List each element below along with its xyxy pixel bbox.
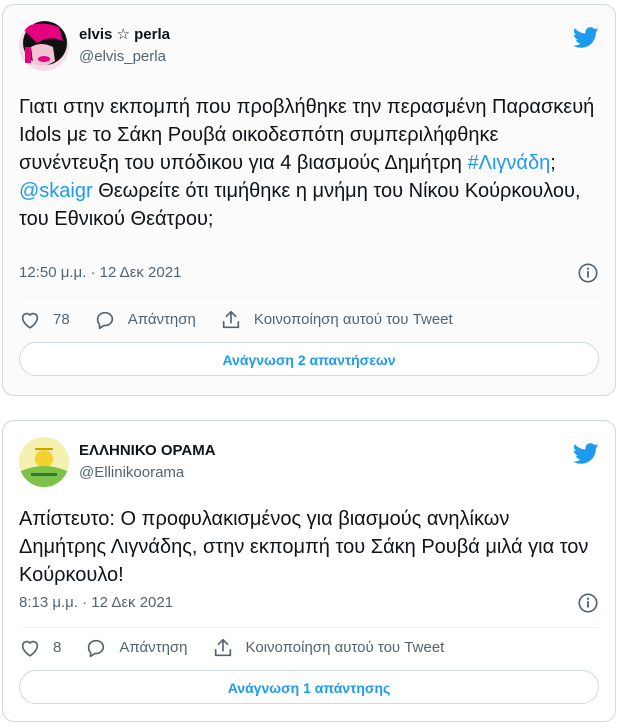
mention-link[interactable]: @skaigr — [19, 180, 93, 202]
avatar[interactable] — [19, 21, 69, 71]
display-name[interactable]: elvis ☆ perla — [79, 25, 170, 45]
reply-button[interactable]: Απάντηση — [94, 308, 196, 332]
read-replies-button[interactable]: Ανάγνωση 1 απάντησης — [19, 670, 599, 704]
heart-icon — [21, 312, 39, 329]
info-icon[interactable] — [577, 262, 599, 284]
twitter-bird-icon[interactable] — [573, 443, 599, 465]
reply-label: Απάντηση — [127, 311, 196, 328]
like-button[interactable]: 8 — [19, 636, 61, 660]
divider — [19, 297, 599, 298]
share-button[interactable]: Κοινοποίηση αυτού του Tweet — [212, 636, 445, 660]
like-count: 78 — [53, 311, 70, 328]
twitter-bird-icon[interactable] — [573, 27, 599, 49]
heart-icon — [21, 640, 39, 657]
avatar-party-logo-icon — [19, 437, 69, 487]
tweet-text-part: Θεωρείτε ότι τιμήθηκε η μνήμη του Νίκου … — [19, 180, 581, 230]
tweet-text: Απίστευτο: Ο προφυλακισμένος για βιασμού… — [19, 508, 589, 586]
read-replies-button[interactable]: Ανάγνωση 2 απαντήσεων — [19, 342, 599, 376]
share-upload-icon — [214, 638, 231, 657]
reply-bubble-icon — [96, 311, 113, 330]
timestamp[interactable]: 8:13 μ.μ. · 12 Δεκ 2021 — [19, 594, 173, 611]
tweet-header: elvis ☆ perla @elvis_perla — [19, 21, 599, 77]
avatar-pink-portrait-icon — [19, 21, 69, 71]
handle[interactable]: @Ellinikoorama — [79, 463, 216, 483]
tweet-actions: 8 Απάντηση Κοινοποίηση αυτού του Tweet — [19, 636, 599, 660]
tweet-actions: 78 Απάντηση Κοινοποίηση αυτού του Tweet — [19, 308, 599, 332]
reply-button[interactable]: Απάντηση — [85, 636, 188, 660]
like-button[interactable]: 78 — [19, 308, 70, 332]
share-label: Κοινοποίηση αυτού του Tweet — [253, 311, 453, 328]
tweet-header: ΕΛΛΗΝΙΚΟ ΟΡΑΜΑ @Ellinikoorama — [19, 437, 599, 493]
tweet-card[interactable]: ΕΛΛΗΝΙΚΟ ΟΡΑΜΑ @Ellinikoorama Απίστευτο:… — [2, 420, 616, 722]
like-count: 8 — [53, 639, 62, 656]
divider — [19, 627, 599, 628]
reply-label: Απάντηση — [119, 639, 188, 656]
tweet-meta: 8:13 μ.μ. · 12 Δεκ 2021 — [19, 591, 599, 615]
tweet-meta: 12:50 μ.μ. · 12 Δεκ 2021 — [19, 261, 599, 285]
display-name[interactable]: ΕΛΛΗΝΙΚΟ ΟΡΑΜΑ — [79, 441, 216, 461]
tweet-text-part: ; — [550, 152, 556, 174]
tweet-card[interactable]: elvis ☆ perla @elvis_perla Γιατι στην εκ… — [2, 4, 616, 396]
share-button[interactable]: Κοινοποίηση αυτού του Tweet — [220, 308, 453, 332]
reply-bubble-icon — [88, 639, 105, 658]
hashtag-link[interactable]: #Λιγνάδη — [468, 152, 551, 174]
tweet-text: Γιατι στην εκπομπή που προβλήθηκε την πε… — [19, 93, 599, 233]
timestamp[interactable]: 12:50 μ.μ. · 12 Δεκ 2021 — [19, 264, 181, 281]
handle[interactable]: @elvis_perla — [79, 47, 170, 67]
share-upload-icon — [222, 310, 240, 329]
info-icon[interactable] — [577, 592, 599, 614]
share-label: Κοινοποίηση αυτού του Tweet — [245, 639, 445, 656]
avatar[interactable] — [19, 437, 69, 487]
